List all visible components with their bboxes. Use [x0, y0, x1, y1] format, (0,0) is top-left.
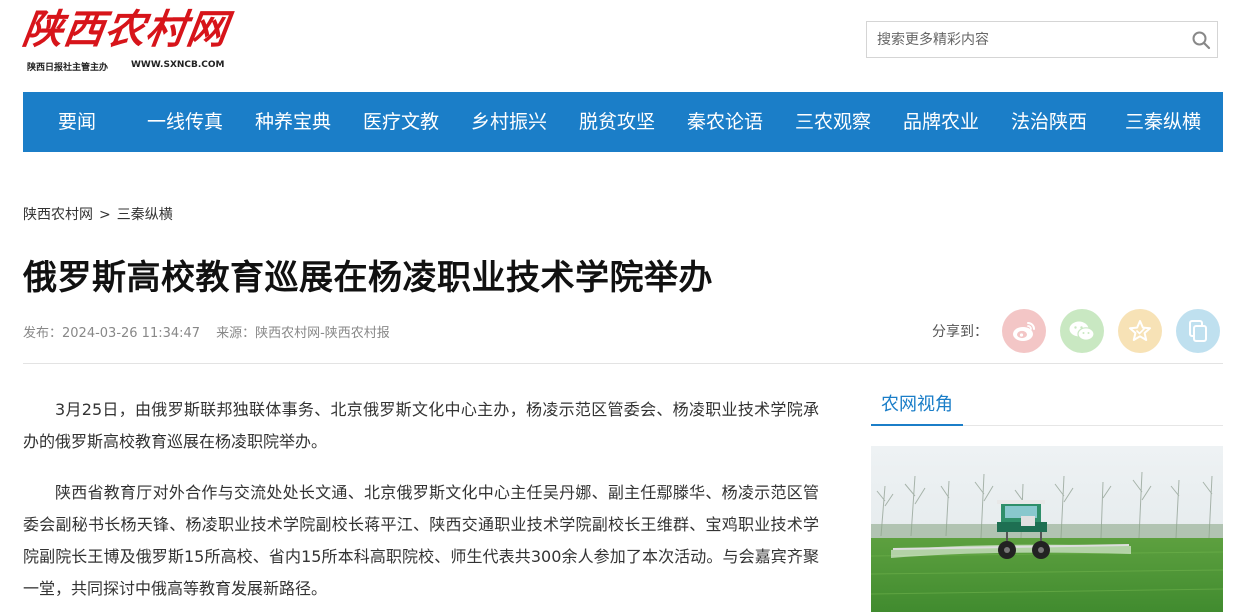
article-source: 来源：陕西农村网-陕西农村报 [216, 326, 390, 341]
logo-text: 陕西农村网 [19, 6, 232, 53]
content-divider [23, 363, 1223, 364]
search-input[interactable] [867, 22, 1177, 57]
logo-subtitle: 陕西日报社主管主办 [27, 63, 109, 73]
copy-icon[interactable] [1176, 309, 1220, 353]
search-box [866, 21, 1218, 58]
article-body: 3月25日，由俄罗斯联邦独联体事务、北京俄罗斯文化中心主办，杨凌示范区管委会、杨… [23, 394, 819, 612]
nav-item-yiliaowenjiao[interactable]: 医疗文教 [347, 92, 455, 152]
breadcrumb: 陕西农村网 > 三秦纵横 [23, 204, 173, 224]
logo-url: WWW.SXNCB.COM [131, 60, 225, 70]
nav-item-qinnonglunyu[interactable]: 秦农论语 [671, 92, 779, 152]
sidebar-photo-tractor-spraying-field[interactable] [871, 446, 1223, 612]
nav-item-zhongyangbaodian[interactable]: 种养宝典 [239, 92, 347, 152]
article-title: 俄罗斯高校教育巡展在杨凌职业技术学院举办 [23, 258, 713, 298]
article-paragraph: 3月25日，由俄罗斯联邦独联体事务、北京俄罗斯文化中心主办，杨凌示范区管委会、杨… [23, 400, 819, 451]
site-header: 陕西农村网 陕西日报社主管主办 WWW.SXNCB.COM [0, 0, 1252, 92]
nav-item-pinpainongye[interactable]: 品牌农业 [887, 92, 995, 152]
share-label: 分享到： [932, 324, 988, 340]
site-logo[interactable]: 陕西农村网 陕西日报社主管主办 WWW.SXNCB.COM [19, 6, 233, 76]
article-meta: 发布：2024-03-26 11:34:47 来源：陕西农村网-陕西农村报 [23, 322, 390, 341]
nav-item-xiangcunzhenxing[interactable]: 乡村振兴 [455, 92, 563, 152]
weibo-icon[interactable] [1002, 309, 1046, 353]
publish-time: 发布：2024-03-26 11:34:47 [23, 326, 201, 341]
nav-item-sanqinzongheng[interactable]: 三秦纵横 [1103, 92, 1223, 152]
breadcrumb-separator: > [99, 207, 111, 223]
breadcrumb-home-link[interactable]: 陕西农村网 [23, 207, 93, 223]
nav-item-fazhishaanxi[interactable]: 法治陕西 [995, 92, 1103, 152]
nav-item-tuopingongjian[interactable]: 脱贫攻坚 [563, 92, 671, 152]
tab-nongwang-shijiao[interactable]: 农网视角 [871, 390, 963, 426]
sidebar-tab-row: 农网视角 [871, 390, 1223, 426]
breadcrumb-current-link[interactable]: 三秦纵横 [117, 207, 173, 223]
article-paragraph: 陕西省教育厅对外合作与交流处处长文通、北京俄罗斯文化中心主任吴丹娜、副主任鄢滕华… [23, 483, 819, 598]
sidebar: 农网视角 [871, 390, 1223, 612]
nav-item-sannongguancha[interactable]: 三农观察 [779, 92, 887, 152]
share-bar: 分享到： [932, 309, 1220, 353]
wechat-icon[interactable] [1060, 309, 1104, 353]
nav-item-yixianchuanzhen[interactable]: 一线传真 [131, 92, 239, 152]
favorite-icon[interactable] [1118, 309, 1162, 353]
nav-item-yaowen[interactable]: 要闻 [23, 92, 131, 152]
main-nav: 要闻 一线传真 种养宝典 医疗文教 乡村振兴 脱贫攻坚 秦农论语 三农观察 品牌… [23, 92, 1223, 152]
search-icon[interactable] [1191, 30, 1211, 50]
